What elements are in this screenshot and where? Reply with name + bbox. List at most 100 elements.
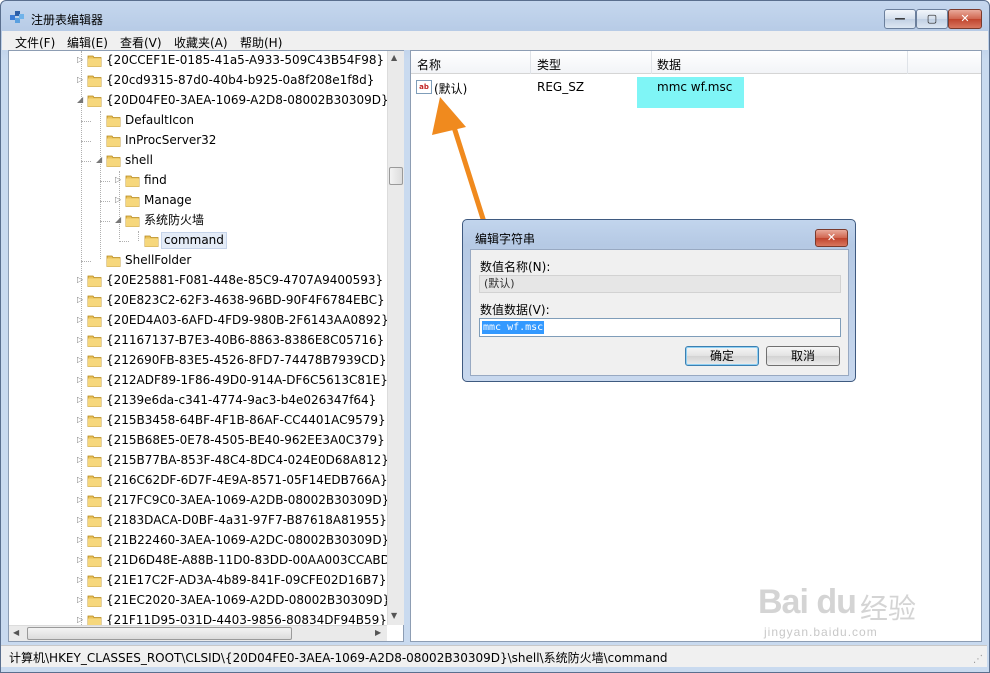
collapsed-arrow-icon[interactable]: ▷ <box>77 555 85 565</box>
status-path: 计算机\HKEY_CLASSES_ROOT\CLSID\{20D04FE0-3A… <box>9 651 668 665</box>
collapsed-arrow-icon[interactable]: ▷ <box>77 275 85 285</box>
scroll-up-icon[interactable]: ▲ <box>391 53 397 62</box>
status-bar: 计算机\HKEY_CLASSES_ROOT\CLSID\{20D04FE0-3A… <box>1 645 987 667</box>
menu-view[interactable]: 查看(V) <box>120 34 162 51</box>
maximize-button[interactable]: ▢ <box>916 9 948 29</box>
folder-icon <box>87 95 102 107</box>
folder-icon <box>87 355 102 367</box>
tree-item[interactable]: ◢ 系统防火墙 <box>9 211 403 231</box>
value-data-input[interactable]: mmc wf.msc <box>479 318 841 337</box>
expanded-arrow-icon[interactable]: ◢ <box>96 155 104 165</box>
tree-item[interactable]: ▷ {21E17C2F-AD3A-4b89-841F-09CFE02D16B7} <box>9 571 403 591</box>
tree-item[interactable]: ▷ {20CCEF1E-0185-41a5-A933-509C43B54F98} <box>9 51 403 71</box>
menu-help[interactable]: 帮助(H) <box>240 34 282 51</box>
folder-icon <box>87 435 102 447</box>
tree-item[interactable]: DefaultIcon <box>9 111 403 131</box>
dialog-title: 编辑字符串 <box>475 232 536 246</box>
tree-horizontal-scrollbar[interactable]: ◀ ▶ <box>9 625 387 641</box>
tree-item[interactable]: ◢ shell <box>9 151 403 171</box>
collapsed-arrow-icon[interactable]: ▷ <box>77 375 85 385</box>
column-header-type[interactable]: 类型 <box>537 56 561 73</box>
collapsed-arrow-icon[interactable]: ▷ <box>77 575 85 585</box>
collapsed-arrow-icon[interactable]: ▷ <box>77 455 85 465</box>
tree-item[interactable]: ▷ {215B68E5-0E78-4505-BE40-962EE3A0C379} <box>9 431 403 451</box>
tree-vertical-scrollbar[interactable]: ▲ ▼ <box>387 51 404 625</box>
tree-item[interactable]: InProcServer32 <box>9 131 403 151</box>
tree-item[interactable]: ▷ {21EC2020-3AEA-1069-A2DD-08002B30309D} <box>9 591 403 611</box>
scroll-down-icon[interactable]: ▼ <box>391 611 397 620</box>
tree-item[interactable]: ◢ {20D04FE0-3AEA-1069-A2D8-08002B30309D} <box>9 91 403 111</box>
collapsed-arrow-icon[interactable]: ▷ <box>77 475 85 485</box>
collapsed-arrow-icon[interactable]: ▷ <box>115 175 123 185</box>
tree-item[interactable]: ▷ {215B77BA-853F-48C4-8DC4-024E0D68A812} <box>9 451 403 471</box>
collapsed-arrow-icon[interactable]: ▷ <box>77 355 85 365</box>
collapsed-arrow-icon[interactable]: ▷ <box>77 515 85 525</box>
column-header-name[interactable]: 名称 <box>417 56 441 73</box>
tree-item-label: {20E25881-F081-448e-85C9-4707A9400593} <box>106 273 384 287</box>
tree-item[interactable]: ▷ {21167137-B7E3-40B6-8863-8386E8C05716} <box>9 331 403 351</box>
folder-icon <box>87 595 102 607</box>
menu-favorites[interactable]: 收藏夹(A) <box>174 34 228 51</box>
folder-icon <box>106 155 121 167</box>
tree-item-label: {215B68E5-0E78-4505-BE40-962EE3A0C379} <box>106 433 385 447</box>
tree-item-label: {217FC9C0-3AEA-1069-A2DB-08002B30309D} <box>106 493 390 507</box>
watermark-brand: Bai du <box>758 583 857 621</box>
collapsed-arrow-icon[interactable]: ▷ <box>77 535 85 545</box>
minimize-button[interactable]: — <box>884 9 916 29</box>
tree-item[interactable]: ▷ find <box>9 171 403 191</box>
cancel-button[interactable]: 取消 <box>766 346 840 366</box>
close-button[interactable]: ✕ <box>948 9 982 29</box>
tree-item[interactable]: ▷ {20E25881-F081-448e-85C9-4707A9400593} <box>9 271 403 291</box>
edit-string-dialog: 编辑字符串 ✕ 数值名称(N): (默认) 数值数据(V): mmc wf.ms… <box>462 219 856 382</box>
collapsed-arrow-icon[interactable]: ▷ <box>77 435 85 445</box>
tree-item[interactable]: ▷ {21B22460-3AEA-1069-A2DC-08002B30309D} <box>9 531 403 551</box>
column-header-data[interactable]: 数据 <box>657 56 681 73</box>
collapsed-arrow-icon[interactable]: ▷ <box>77 615 85 625</box>
tree-item[interactable]: ▷ {21D6D48E-A88B-11D0-83DD-00AA003CCABD} <box>9 551 403 571</box>
tree-item[interactable]: ▷ {212ADF89-1F86-49D0-914A-DF6C5613C81E} <box>9 371 403 391</box>
expanded-arrow-icon[interactable]: ◢ <box>115 215 123 225</box>
tree-item[interactable]: ▷ {215B3458-64BF-4F1B-86AF-CC4401AC9579} <box>9 411 403 431</box>
tree-guide-line <box>81 141 91 142</box>
tree-item[interactable]: command <box>9 231 403 251</box>
scroll-right-icon[interactable]: ▶ <box>375 628 381 637</box>
scroll-left-icon[interactable]: ◀ <box>13 628 19 637</box>
collapsed-arrow-icon[interactable]: ▷ <box>77 75 85 85</box>
folder-icon <box>87 575 102 587</box>
column-divider[interactable] <box>530 51 531 74</box>
tree-vertical-scroll-thumb[interactable] <box>389 167 403 185</box>
collapsed-arrow-icon[interactable]: ▷ <box>77 55 85 65</box>
tree-item[interactable]: ShellFolder <box>9 251 403 271</box>
collapsed-arrow-icon[interactable]: ▷ <box>77 315 85 325</box>
title-bar[interactable]: 注册表编辑器 — ▢ ✕ <box>1 1 989 31</box>
tree-item[interactable]: ▷ Manage <box>9 191 403 211</box>
tree-item[interactable]: ▷ {216C62DF-6D7F-4E9A-8571-05F14EDB766A} <box>9 471 403 491</box>
column-divider[interactable] <box>651 51 652 74</box>
tree-item[interactable]: ▷ {2183DACA-D0BF-4a31-97F7-B87618A81955} <box>9 511 403 531</box>
collapsed-arrow-icon[interactable]: ▷ <box>115 195 123 205</box>
menu-file[interactable]: 文件(F) <box>15 34 55 51</box>
tree-horizontal-scroll-thumb[interactable] <box>27 627 292 640</box>
folder-icon <box>87 395 102 407</box>
collapsed-arrow-icon[interactable]: ▷ <box>77 395 85 405</box>
registry-tree-pane[interactable]: ▷ {20CCEF1E-0185-41a5-A933-509C43B54F98} ▷… <box>8 50 404 642</box>
tree-item[interactable]: ▷ {212690FB-83E5-4526-8FD7-74478B7939CD} <box>9 351 403 371</box>
dialog-close-button[interactable]: ✕ <box>815 229 848 247</box>
resize-grip-icon[interactable]: ⋰ <box>973 654 983 665</box>
baidu-jingyan-watermark: Bai du 经验 jingyan.baidu.com <box>758 583 948 643</box>
tree-item[interactable]: ▷ {20cd9315-87d0-40b4-b925-0a8f208e1f8d} <box>9 71 403 91</box>
tree-item[interactable]: ▷ {217FC9C0-3AEA-1069-A2DB-08002B30309D} <box>9 491 403 511</box>
collapsed-arrow-icon[interactable]: ▷ <box>77 495 85 505</box>
menu-edit[interactable]: 编辑(E) <box>67 34 108 51</box>
collapsed-arrow-icon[interactable]: ▷ <box>77 415 85 425</box>
tree-item[interactable]: ▷ {20ED4A03-6AFD-4FD9-980B-2F6143AA0892} <box>9 311 403 331</box>
value-data: mmc wf.msc <box>657 80 733 94</box>
collapsed-arrow-icon[interactable]: ▷ <box>77 335 85 345</box>
ok-button[interactable]: 确定 <box>685 346 759 366</box>
tree-item[interactable]: ▷ {2139e6da-c341-4774-9ac3-b4e026347f64} <box>9 391 403 411</box>
column-divider[interactable] <box>907 51 908 74</box>
collapsed-arrow-icon[interactable]: ▷ <box>77 295 85 305</box>
collapsed-arrow-icon[interactable]: ▷ <box>77 595 85 605</box>
tree-item[interactable]: ▷ {20E823C2-62F3-4638-96BD-90F4F6784EBC} <box>9 291 403 311</box>
expanded-arrow-icon[interactable]: ◢ <box>77 95 85 105</box>
